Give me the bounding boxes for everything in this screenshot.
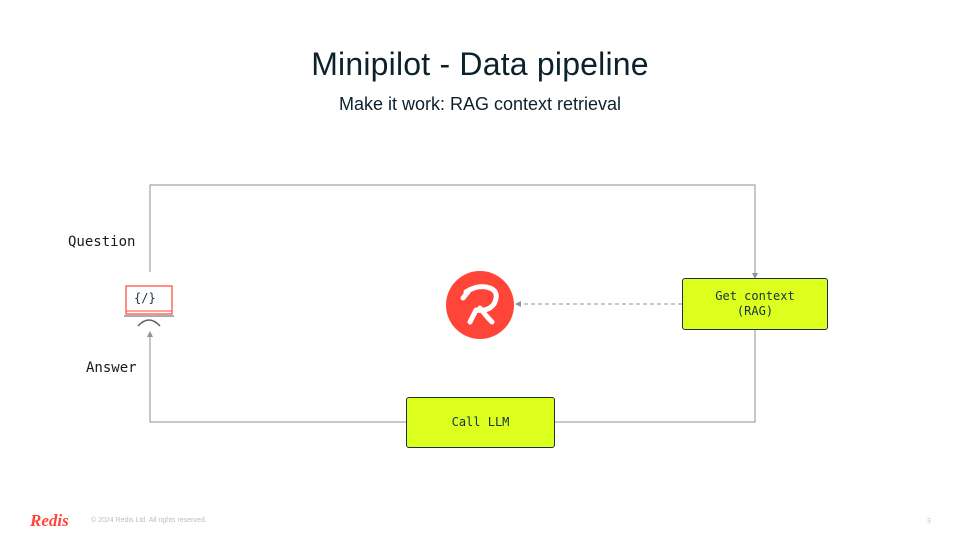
redis-logo-icon	[446, 271, 514, 339]
client-icon-text: {/}	[134, 291, 156, 305]
question-flow-line	[149, 184, 758, 279]
answer-label: Answer	[86, 360, 137, 376]
redis-footer-logo: Redis	[30, 511, 69, 530]
get-context-node: Get context (RAG)	[682, 278, 828, 330]
context-to-llm-line	[555, 330, 756, 423]
call-llm-node: Call LLM	[406, 397, 555, 448]
page-number: 3	[927, 518, 931, 525]
pipeline-connectors	[124, 184, 758, 423]
answer-flow-line	[147, 331, 406, 423]
question-label: Question	[68, 234, 136, 250]
copyright-text: © 2024 Redis Ltd. All rights reserved.	[91, 517, 207, 524]
